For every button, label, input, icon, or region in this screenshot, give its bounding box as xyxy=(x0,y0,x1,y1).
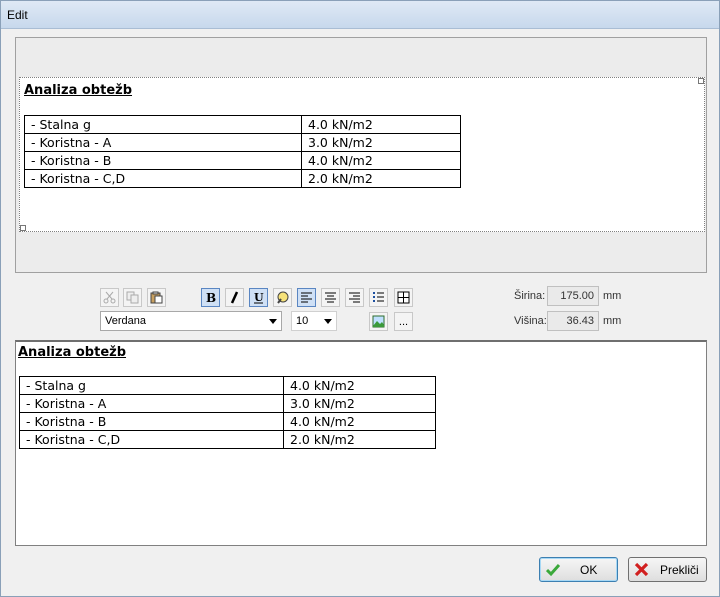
title-bar: Edit xyxy=(1,1,719,29)
editor-title: Analiza obtežb xyxy=(18,345,127,360)
editor-table: - Stalna g 4.0 kN/m2 - Koristna - A 3.0 … xyxy=(19,376,436,449)
chevron-down-icon xyxy=(269,319,277,324)
window-title: Edit xyxy=(7,8,28,22)
table-cell: - Koristna - B xyxy=(19,412,284,431)
close-icon xyxy=(634,562,649,577)
svg-text:U: U xyxy=(254,291,264,304)
scissors-icon[interactable] xyxy=(100,288,119,307)
font-size-select[interactable]: 10 xyxy=(291,311,337,331)
ok-button[interactable]: OK xyxy=(539,557,618,582)
height-field: 36.43 xyxy=(547,311,599,331)
bold-icon[interactable]: B xyxy=(201,288,220,307)
table-cell: - Koristna - C,D xyxy=(24,169,302,188)
height-label: Višina: xyxy=(514,315,547,327)
image-icon[interactable] xyxy=(369,312,388,331)
ok-label: OK xyxy=(580,563,598,577)
edit-dialog: Edit Analiza obtežb - Stalna g 4.0 kN/m2… xyxy=(0,0,720,597)
preview-page: Analiza obtežb - Stalna g 4.0 kN/m2 - Ko… xyxy=(19,77,705,232)
checkmark-icon xyxy=(546,564,560,577)
table-cell: - Stalna g xyxy=(24,115,302,134)
bullet-list-icon[interactable] xyxy=(369,288,388,307)
table-cell: - Koristna - A xyxy=(24,133,302,152)
more-button-label: ... xyxy=(398,315,409,328)
table-cell: 2.0 kN/m2 xyxy=(283,430,436,449)
cancel-label: Prekliči xyxy=(660,563,699,577)
table-cell: 2.0 kN/m2 xyxy=(301,169,461,188)
table-cell: 4.0 kN/m2 xyxy=(283,412,436,431)
table-cell: - Koristna - C,D xyxy=(19,430,284,449)
preview-area: Analiza obtežb - Stalna g 4.0 kN/m2 - Ko… xyxy=(15,37,707,273)
resize-handle-bottom-left[interactable] xyxy=(20,225,26,231)
copy-icon[interactable] xyxy=(123,288,142,307)
font-size-value: 10 xyxy=(296,315,309,327)
table-cell: 3.0 kN/m2 xyxy=(301,133,461,152)
chevron-down-icon xyxy=(324,319,332,324)
width-label: Širina: xyxy=(514,290,546,302)
paste-icon[interactable] xyxy=(147,288,166,307)
table-cell: - Koristna - A xyxy=(19,394,284,413)
table-cell: - Stalna g xyxy=(19,376,284,395)
resize-handle-top-right[interactable] xyxy=(698,78,704,84)
table-row: - Stalna g 4.0 kN/m2 xyxy=(19,376,436,395)
table-cell: - Koristna - B xyxy=(24,151,302,170)
table-cell: 3.0 kN/m2 xyxy=(283,394,436,413)
preview-table: - Stalna g 4.0 kN/m2 - Koristna - A 3.0 … xyxy=(24,115,461,188)
underline-icon[interactable]: U xyxy=(249,288,268,307)
table-icon[interactable] xyxy=(394,288,413,307)
table-cell: 4.0 kN/m2 xyxy=(301,151,461,170)
height-unit: mm xyxy=(603,315,622,327)
align-center-icon[interactable] xyxy=(321,288,340,307)
svg-text:B: B xyxy=(206,291,216,304)
align-right-icon[interactable] xyxy=(345,288,364,307)
table-row: - Koristna - B 4.0 kN/m2 xyxy=(19,412,436,431)
highlight-icon[interactable] xyxy=(273,288,292,307)
preview-title: Analiza obtežb xyxy=(24,83,133,98)
font-name-value: Verdana xyxy=(105,315,146,327)
rich-text-editor[interactable]: Analiza obtežb - Stalna g 4.0 kN/m2 - Ko… xyxy=(15,340,707,546)
table-row: - Koristna - C,D 2.0 kN/m2 xyxy=(19,430,436,449)
width-field: 175.00 xyxy=(547,286,599,306)
table-cell: 4.0 kN/m2 xyxy=(283,376,436,395)
table-cell: 4.0 kN/m2 xyxy=(301,115,461,134)
table-row: - Stalna g 4.0 kN/m2 xyxy=(24,115,461,134)
table-row: - Koristna - B 4.0 kN/m2 xyxy=(24,151,461,170)
width-unit: mm xyxy=(603,290,622,302)
table-row: - Koristna - C,D 2.0 kN/m2 xyxy=(24,169,461,188)
table-row: - Koristna - A 3.0 kN/m2 xyxy=(19,394,436,413)
font-name-select[interactable]: Verdana xyxy=(100,311,282,331)
align-left-icon[interactable] xyxy=(297,288,316,307)
more-button[interactable]: ... xyxy=(394,312,413,331)
table-row: - Koristna - A 3.0 kN/m2 xyxy=(24,133,461,152)
cancel-button[interactable]: Prekliči xyxy=(628,557,707,582)
italic-icon[interactable] xyxy=(225,288,244,307)
